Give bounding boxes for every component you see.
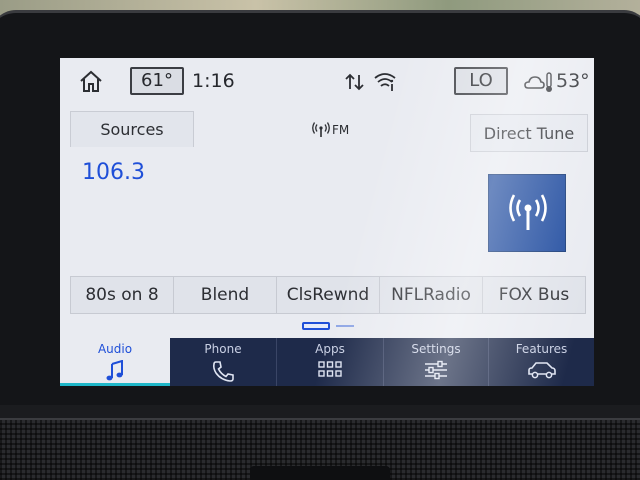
car-icon: [527, 362, 556, 379]
sources-button[interactable]: Sources: [70, 111, 194, 147]
nav-tab-label: Phone: [204, 342, 242, 356]
phone-icon: [212, 361, 234, 382]
apps-grid-icon: [318, 361, 342, 377]
music-note-icon: [106, 360, 123, 381]
nav-tab-label: Settings: [411, 342, 461, 356]
preset-bar: 80s on 8 Blend ClsRewnd NFLRadio FOX Bus: [70, 276, 586, 314]
preset-page-indicator[interactable]: [302, 322, 362, 330]
outside-temperature: 53°: [556, 70, 590, 92]
home-button[interactable]: [76, 67, 106, 95]
nav-tab-settings[interactable]: Settings: [384, 338, 488, 386]
home-icon: [80, 70, 102, 92]
preset-button[interactable]: 80s on 8: [70, 276, 174, 314]
infotainment-screen: 61° 1:16 LO 53° Sources FM Direct Tune 1…: [60, 58, 594, 386]
preset-button[interactable]: ClsRewnd: [277, 276, 380, 314]
signal-icon: [509, 194, 547, 230]
wifi-icon: [373, 70, 397, 92]
nav-tab-label: Apps: [315, 342, 345, 356]
nav-tab-label: Audio: [97, 342, 133, 356]
page-dot-active: [302, 322, 330, 330]
settings-sliders-icon: [425, 360, 447, 380]
clock: 1:16: [192, 70, 235, 92]
bottom-nav: Audio Phone Apps Settings Features: [60, 338, 594, 386]
nav-tab-apps[interactable]: Apps: [277, 338, 383, 386]
status-bar: 61° 1:16 LO 53°: [60, 58, 594, 104]
nav-tab-phone[interactable]: Phone: [170, 338, 276, 386]
preset-button[interactable]: Blend: [174, 276, 277, 314]
trim-cutout: [250, 466, 390, 480]
fan-level[interactable]: LO: [454, 67, 508, 95]
thermometer-icon: [546, 72, 552, 88]
data-transfer-icon: [343, 71, 367, 93]
nav-tab-label: Features: [515, 342, 568, 356]
band-label: FM: [332, 123, 350, 137]
direct-tune-button[interactable]: Direct Tune: [470, 114, 588, 152]
station-frequency: 106.3: [82, 160, 145, 185]
signal-button[interactable]: [488, 174, 566, 252]
band-indicator: FM: [312, 122, 349, 142]
page-dot: [336, 325, 354, 327]
nav-tab-features[interactable]: Features: [489, 338, 594, 386]
preset-button[interactable]: NFLRadio: [380, 276, 483, 314]
nav-tab-audio[interactable]: Audio: [60, 338, 170, 386]
preset-button[interactable]: FOX Bus: [483, 276, 586, 314]
antenna-icon: [312, 122, 330, 137]
partly-cloudy-icon: [524, 71, 554, 93]
cabin-temperature[interactable]: 61°: [130, 67, 184, 95]
